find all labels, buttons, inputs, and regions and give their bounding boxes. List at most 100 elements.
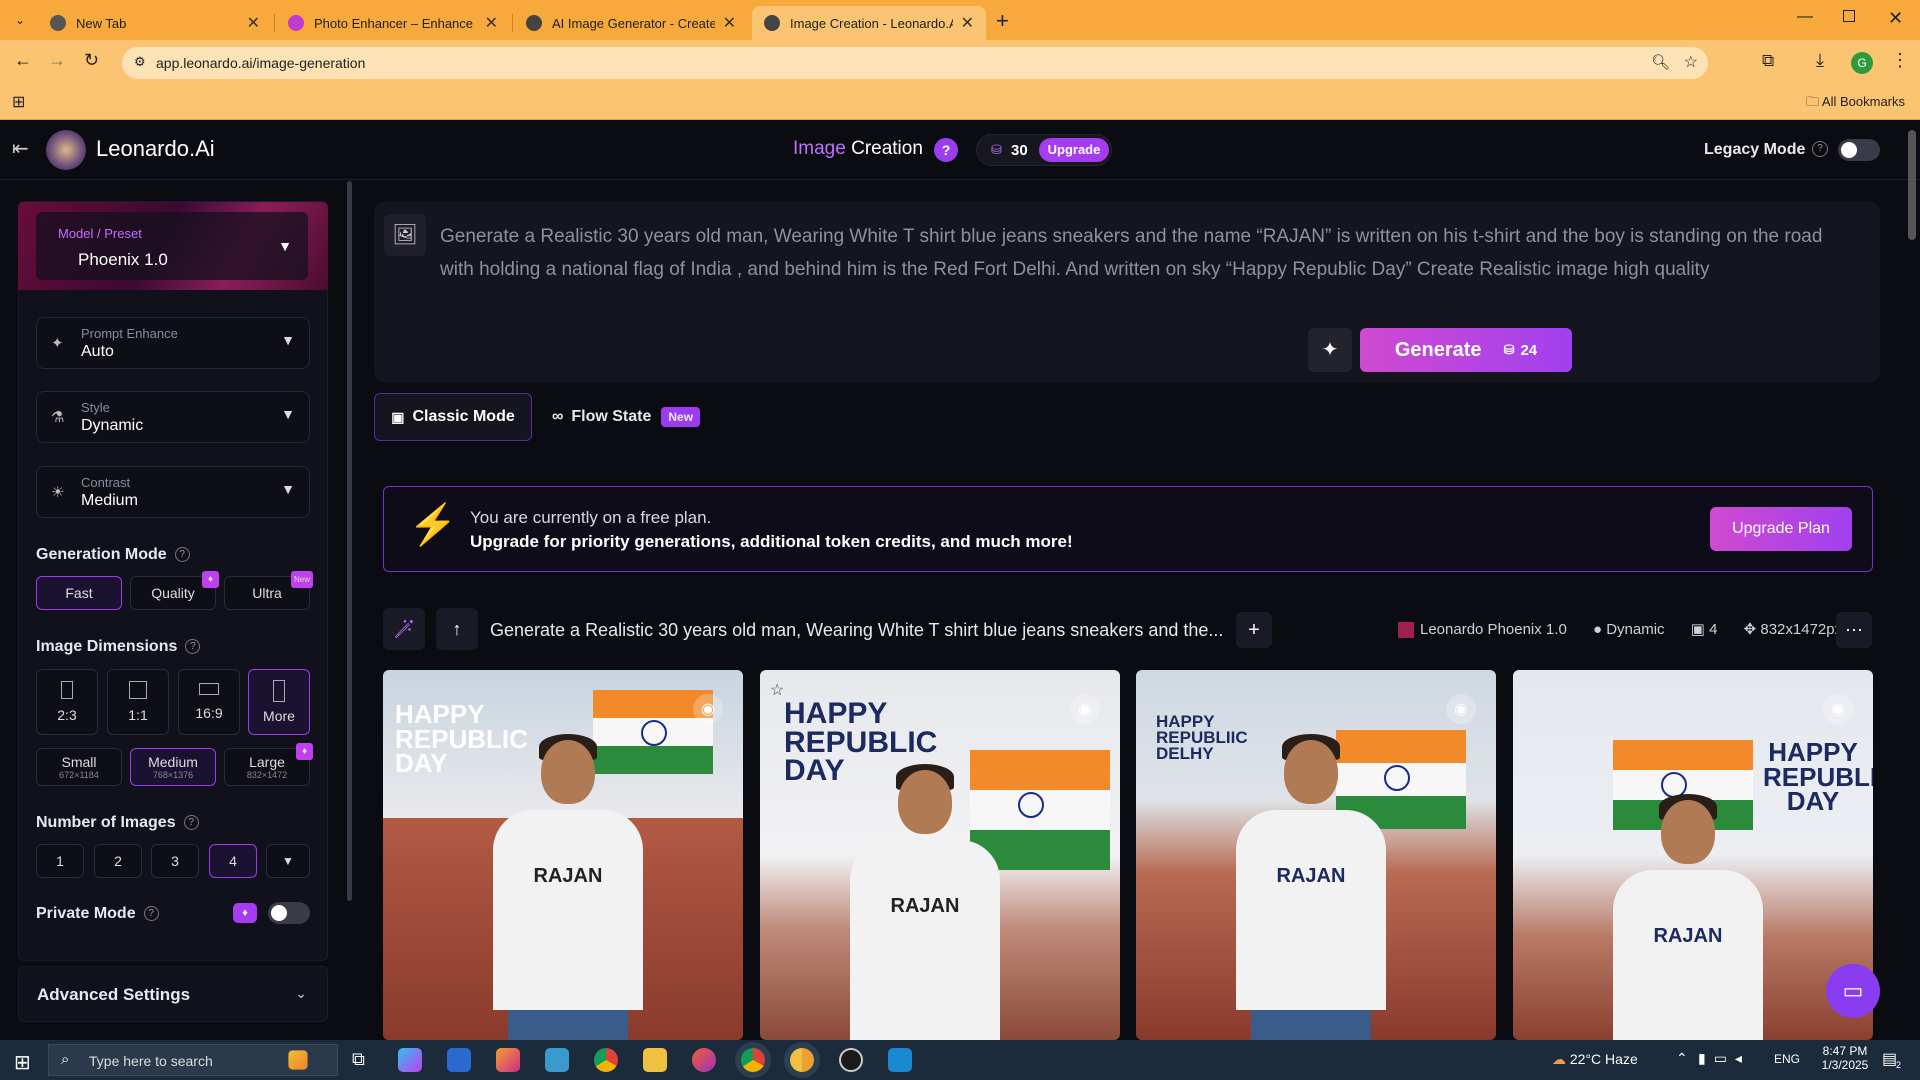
file-explorer-icon[interactable] (643, 1048, 667, 1072)
upgrade-button[interactable]: Upgrade (1039, 138, 1109, 162)
help-icon[interactable]: ? (934, 138, 958, 162)
size-small-button[interactable]: Small 672×1184 (36, 748, 122, 786)
page-scrollbar[interactable] (1908, 130, 1916, 240)
size-large-button[interactable]: Large 832×1472 ♦ (224, 743, 313, 786)
advanced-settings-panel[interactable]: Advanced Settings ⌄ (18, 966, 328, 1022)
collapse-sidebar-icon[interactable]: ⇤ (12, 136, 29, 161)
count-3-button[interactable]: 3 (151, 844, 199, 878)
site-info-icon[interactable]: ⚙ (134, 54, 146, 70)
tab-photo-enhancer[interactable]: Photo Enhancer – Enhance Pho ✕ (276, 6, 510, 40)
ratio-2-3-button[interactable]: 2:3 (36, 669, 98, 735)
eye-icon[interactable]: ◉ (1446, 694, 1476, 724)
clock-app-icon[interactable] (839, 1048, 863, 1072)
browser-menu-icon[interactable]: ⋮ (1891, 50, 1909, 71)
brand-name[interactable]: Leonardo.Ai (96, 136, 215, 162)
all-bookmarks[interactable]: 🗀 All Bookmarks (1806, 93, 1905, 115)
classic-mode-tab[interactable]: ▣ Classic Mode (374, 393, 532, 441)
count-4-button[interactable]: 4 (209, 844, 257, 878)
sidebar-scrollbar[interactable] (347, 181, 352, 901)
back-icon[interactable]: ← (14, 50, 32, 71)
tab-search-icon[interactable]: ⌄ (10, 10, 30, 30)
tray-icons[interactable]: ▮▭◂ (1698, 1050, 1750, 1067)
apps-grid-icon[interactable]: ⊞ (12, 92, 25, 112)
chrome-active-icon[interactable] (741, 1048, 765, 1072)
minimize-icon[interactable]: — (1797, 8, 1813, 26)
mode-ultra-button[interactable]: Ultra New (224, 571, 313, 610)
store-icon[interactable] (447, 1048, 471, 1072)
restore-icon[interactable] (1843, 10, 1855, 22)
upgrade-plan-button[interactable]: Upgrade Plan (1710, 507, 1852, 551)
token-balance[interactable]: ⛁ 30 Upgrade (976, 134, 1112, 166)
flow-state-tab[interactable]: ∞ Flow State New (540, 393, 712, 441)
count-more-dropdown[interactable]: ▼ (266, 844, 310, 878)
style-dropdown[interactable]: ⚗ Style Dynamic ▼ (36, 391, 310, 443)
ratio-16-9-button[interactable]: 16:9 (178, 669, 240, 735)
eye-icon[interactable]: ◉ (1823, 694, 1853, 724)
firefox-icon[interactable] (692, 1048, 716, 1072)
prompt-enhance-dropdown[interactable]: ✦ Prompt Enhance Auto ▼ (36, 317, 310, 369)
zoom-icon[interactable]: 🔍︎ (1651, 53, 1670, 71)
url-field[interactable]: ⚙ app.leonardo.ai/image-generation 🔍︎ ☆ (122, 47, 1708, 79)
count-1-button[interactable]: 1 (36, 844, 84, 878)
forward-icon[interactable]: → (48, 50, 66, 71)
favorite-star-icon[interactable]: ☆ (770, 680, 784, 700)
profile-avatar[interactable]: G (1851, 52, 1873, 74)
task-view-icon[interactable]: ⧉ (352, 1049, 365, 1070)
size-medium-button[interactable]: Medium 768×1376 (130, 748, 216, 786)
add-icon[interactable]: + (1236, 612, 1272, 648)
count-2-button[interactable]: 2 (94, 844, 142, 878)
model-preset-card[interactable]: Model / Preset Phoenix 1.0 ▼ (18, 202, 328, 290)
language-indicator[interactable]: ENG (1774, 1052, 1800, 1066)
mode-fast-button[interactable]: Fast (36, 576, 122, 610)
tab-new-tab[interactable]: New Tab ✕ (38, 6, 272, 40)
leonardo-logo[interactable] (46, 130, 86, 170)
help-icon[interactable]: ? (174, 547, 190, 563)
instagram-icon[interactable] (496, 1048, 520, 1072)
ratio-more-button[interactable]: More (248, 669, 310, 735)
chrome-taskbar-icon[interactable] (594, 1048, 618, 1072)
help-icon[interactable]: ? (143, 906, 159, 922)
chat-support-button[interactable]: ▭ (1826, 964, 1880, 1018)
contrast-dropdown[interactable]: ☀ Contrast Medium ▼ (36, 466, 310, 518)
copilot-icon[interactable] (398, 1048, 422, 1072)
close-window-icon[interactable]: ✕ (1888, 8, 1903, 29)
reload-icon[interactable]: ↻ (84, 50, 99, 71)
help-icon[interactable]: ? (185, 639, 201, 655)
generate-button[interactable]: Generate ⛁ 24 (1360, 328, 1572, 372)
generated-image-2[interactable]: HAPPY REPUBLIC DAY RAJAN ☆ ◉ (760, 670, 1120, 1040)
tray-chevron-icon[interactable]: ⌃ (1676, 1050, 1688, 1067)
windows-start-icon[interactable]: ⊞ (14, 1050, 31, 1075)
generated-image-4[interactable]: HAPPY REPUBLIC DAY RAJAN ◉ (1513, 670, 1873, 1040)
app-icon[interactable] (545, 1048, 569, 1072)
prompt-magic-button[interactable]: ✦ (1308, 328, 1352, 372)
photos-icon[interactable] (888, 1048, 912, 1072)
generated-image-1[interactable]: HAPPY REPUBLIC DAY RAJAN ◉ (383, 670, 743, 1040)
reuse-prompt-icon[interactable]: ↑ (436, 608, 478, 650)
model-preset-dropdown[interactable]: Model / Preset Phoenix 1.0 ▼ (36, 212, 308, 280)
bookmark-star-icon[interactable]: ☆ (1684, 52, 1698, 72)
legacy-mode-toggle[interactable] (1838, 139, 1880, 161)
private-mode-toggle[interactable] (268, 902, 310, 924)
help-icon[interactable]: ? (183, 815, 199, 831)
download-icon[interactable]: ⤓ (1816, 50, 1824, 71)
prompt-text[interactable]: Generate a Realistic 30 years old man, W… (440, 220, 1860, 286)
more-options-icon[interactable]: ⋯ (1836, 612, 1872, 648)
close-icon[interactable]: ✕ (961, 13, 974, 33)
remix-icon[interactable]: 🪄︎ (383, 608, 425, 650)
widgets-icon[interactable] (288, 1050, 308, 1070)
image-prompt-icon[interactable]: 🖼︎ (384, 214, 426, 256)
close-icon[interactable]: ✕ (247, 13, 260, 33)
prompt-box[interactable]: 🖼︎ Generate a Realistic 30 years old man… (374, 202, 1880, 382)
weather-widget[interactable]: ☁ 22°C Haze (1552, 1051, 1638, 1068)
legacy-help-icon[interactable]: ? (1812, 141, 1828, 157)
eye-icon[interactable]: ◉ (693, 694, 723, 724)
notification-icon[interactable]: ▤ (1882, 1049, 1897, 1069)
new-tab-plus-icon[interactable]: + (996, 8, 1009, 34)
ratio-1-1-button[interactable]: 1:1 (107, 669, 169, 735)
close-icon[interactable]: ✕ (723, 13, 736, 33)
close-icon[interactable]: ✕ (485, 13, 498, 33)
mode-quality-button[interactable]: Quality ♦ (130, 571, 219, 610)
clock[interactable]: 8:47 PM 1/3/2025 (1810, 1044, 1880, 1072)
extensions-icon[interactable]: ⧉ (1762, 51, 1774, 71)
tab-ai-image-generator[interactable]: AI Image Generator - Create Ar ✕ (514, 6, 748, 40)
